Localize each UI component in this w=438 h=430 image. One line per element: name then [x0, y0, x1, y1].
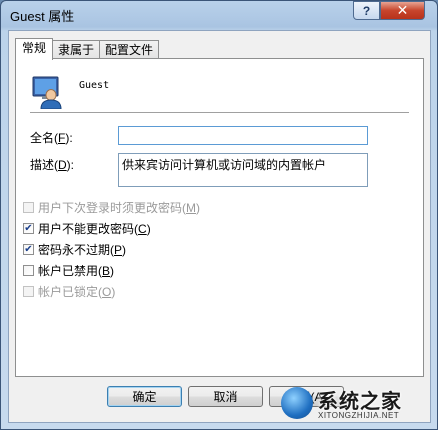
watermark-logo-icon — [281, 387, 313, 419]
checkbox-label: 用户不能更改密码(C) — [38, 222, 151, 236]
tab-profile[interactable]: 配置文件 — [99, 40, 160, 59]
window-title: Guest 属性 — [10, 9, 75, 24]
description-field[interactable]: 供来宾访问计算机或访问域的内置帐户 — [118, 153, 368, 187]
checkbox-label: 帐户已锁定(O) — [38, 285, 116, 299]
separator — [30, 112, 409, 113]
watermark-text: 系统之家 — [318, 391, 402, 413]
checkbox-password-never-expires[interactable]: ✔ 密码永不过期(P) — [23, 241, 126, 258]
tab-general[interactable]: 常规 — [15, 38, 54, 60]
checkbox-label: 密码永不过期(P) — [38, 243, 127, 257]
cancel-button[interactable]: 取消 — [188, 386, 263, 407]
description-label: 描述(D): — [30, 158, 75, 172]
title-bar[interactable]: Guest 属性 ? ✕ — [1, 1, 437, 27]
watermark-url: XITONGZHIJIA.NET — [318, 411, 400, 420]
checkbox-box[interactable] — [23, 286, 34, 297]
checkbox-box[interactable] — [23, 202, 34, 213]
fullname-label: 全名(F): — [30, 131, 73, 145]
tab-member-of[interactable]: 隶属于 — [52, 40, 101, 59]
ok-button[interactable]: 确定 — [107, 386, 182, 407]
checkbox-account-disabled[interactable]: 帐户已禁用(B) — [23, 262, 114, 279]
general-panel: Guest 全名(F): 描述(D): 供来宾访问计算机或访问域的内置帐户 用户… — [15, 58, 424, 377]
checkbox-box[interactable] — [23, 265, 34, 276]
help-button[interactable]: ? — [353, 1, 380, 20]
close-icon: ✕ — [396, 2, 409, 18]
dialog-client: 常规 隶属于 配置文件 Guest 全名(F): 描述(D): 供来宾访问计算机… — [8, 30, 431, 423]
checkbox-box-checked[interactable]: ✔ — [23, 223, 34, 234]
checkbox-cannot-change-password[interactable]: ✔ 用户不能更改密码(C) — [23, 220, 151, 237]
user-name: Guest — [79, 80, 110, 91]
checkbox-label: 帐户已禁用(B) — [38, 264, 115, 278]
checkbox-account-locked[interactable]: 帐户已锁定(O) — [23, 283, 115, 300]
help-icon: ? — [362, 3, 371, 18]
watermark: 系统之家 XITONGZHIJIA.NET — [276, 379, 436, 429]
tab-strip: 常规 隶属于 配置文件 — [15, 38, 160, 60]
checkbox-box-checked[interactable]: ✔ — [23, 244, 34, 255]
fullname-field[interactable] — [118, 126, 368, 145]
user-account-icon — [32, 76, 62, 109]
checkbox-label: 用户下次登录时须更改密码(M) — [38, 201, 201, 215]
close-button[interactable]: ✕ — [380, 1, 425, 20]
checkbox-must-change-password[interactable]: 用户下次登录时须更改密码(M) — [23, 199, 200, 216]
properties-window: Guest 属性 ? ✕ 常规 隶属于 配置文件 Guest 全名(F): 描述… — [0, 0, 438, 430]
